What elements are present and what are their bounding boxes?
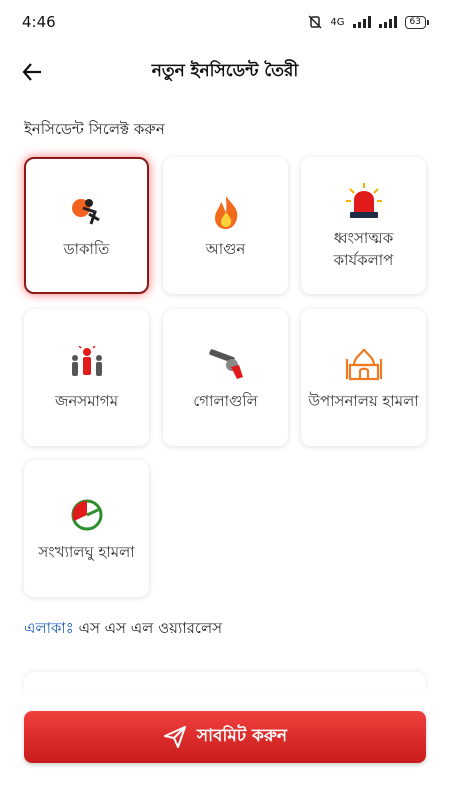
app-bar: নতুন ইনসিডেন্ট তৈরী	[0, 48, 450, 96]
gun-icon	[206, 344, 246, 384]
battery-icon: 63	[404, 15, 430, 29]
tile-minority-attack[interactable]: সংখ্যালঘু হামলা	[24, 460, 149, 597]
page-title: নতুন ইনসিডেন্ট তৈরী	[151, 61, 299, 81]
tile-worship-attack[interactable]: উপাসনালয় হামলা	[301, 309, 426, 446]
partial-card	[24, 672, 426, 692]
area-value: এস এস এল ওয়্যারলেস	[78, 619, 223, 637]
status-icons: 4G 63	[308, 15, 430, 29]
mute-vibrate-icon	[308, 15, 322, 29]
tile-label: জনসমাগম	[54, 391, 119, 410]
status-bar: 4:46 4G 63	[0, 0, 450, 44]
tile-label: সংখ্যালঘু হামলা	[38, 542, 135, 561]
back-arrow-icon	[22, 63, 41, 81]
area-key: এলাকাঃ	[24, 619, 74, 637]
tile-label: আগুন	[205, 239, 246, 258]
tile-fire[interactable]: আগুন	[163, 157, 288, 294]
robber-icon	[67, 192, 107, 232]
signal-icon-2	[378, 16, 397, 28]
siren-icon	[344, 181, 384, 221]
tile-label: উপাসনালয় হামলা	[308, 391, 419, 410]
tile-crowd[interactable]: জনসমাগম	[24, 309, 149, 446]
tile-gunfire[interactable]: গোলাগুলি	[163, 309, 288, 446]
signal-icon	[352, 16, 371, 28]
tile-label: গোলাগুলি	[193, 391, 258, 410]
network-type: 4G	[330, 16, 345, 28]
area-line: এলাকাঃ এস এস এল ওয়্যারলেস	[24, 617, 222, 642]
pie-icon	[67, 495, 107, 535]
submit-label: সাবমিট করুন	[196, 726, 288, 746]
tile-sabotage[interactable]: ধ্বংসাত্মক কার্যকলাপ	[301, 157, 426, 294]
mosque-icon	[344, 344, 384, 384]
tile-robbery[interactable]: ডাকাতি	[24, 157, 149, 294]
section-label: ইনসিডেন্ট সিলেক্ট করুন	[24, 120, 165, 138]
status-time: 4:46	[22, 13, 56, 31]
fire-icon	[206, 192, 246, 232]
send-icon	[163, 726, 186, 748]
submit-button[interactable]: সাবমিট করুন	[24, 711, 426, 763]
tile-label: ধ্বংসাত্মক কার্যকলাপ	[333, 228, 394, 269]
back-button[interactable]	[18, 58, 46, 86]
crowd-icon	[67, 344, 107, 384]
tile-label: ডাকাতি	[63, 239, 110, 258]
